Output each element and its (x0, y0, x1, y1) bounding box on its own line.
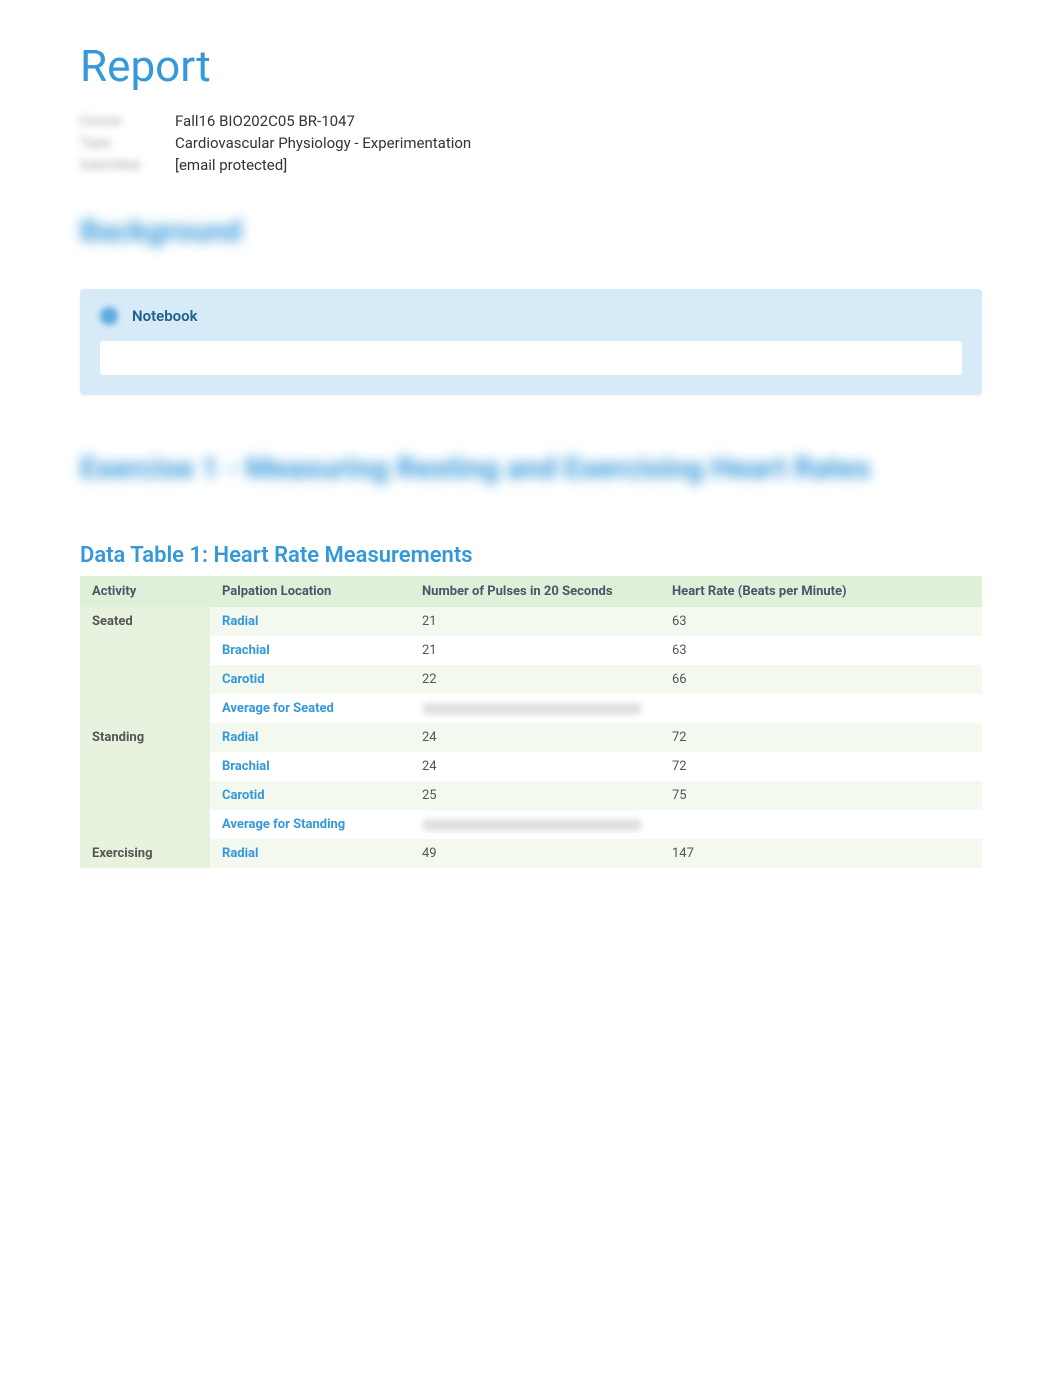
table-title: Data Table 1: Heart Rate Measurements (80, 543, 982, 568)
table-row: Average for Standing (80, 810, 982, 839)
table-row: SeatedRadial2163 (80, 607, 982, 636)
cell-palpation: Radial (210, 607, 410, 636)
cell-pulses (410, 810, 660, 839)
background-heading: Background (80, 214, 982, 249)
cell-activity (80, 810, 210, 839)
cell-activity (80, 752, 210, 781)
page-title: Report (80, 40, 982, 92)
cell-pulses: 24 (410, 752, 660, 781)
cell-pulses: 21 (410, 607, 660, 636)
cell-palpation: Average for Standing (210, 810, 410, 839)
table-row: Carotid2575 (80, 781, 982, 810)
cell-rate: 63 (660, 607, 982, 636)
meta-row-course: Course Fall16 BIO202C05 BR-1047 (80, 112, 982, 130)
meta-block: Course Fall16 BIO202C05 BR-1047 Topic Ca… (80, 112, 982, 174)
cell-palpation: Average for Seated (210, 694, 410, 723)
table-row: Brachial2472 (80, 752, 982, 781)
exercise-heading: Exercise 1 - Measuring Resting and Exerc… (80, 445, 982, 493)
meta-label: Topic (80, 136, 175, 151)
meta-value-topic: Cardiovascular Physiology - Experimentat… (175, 134, 471, 152)
cell-rate: 72 (660, 752, 982, 781)
cell-rate: 66 (660, 665, 982, 694)
meta-row-email: Submitted [email protected] (80, 156, 982, 174)
cell-activity: Exercising (80, 839, 210, 868)
cell-pulses: 22 (410, 665, 660, 694)
th-activity: Activity (80, 576, 210, 607)
th-palpation: Palpation Location (210, 576, 410, 607)
cell-rate: 147 (660, 839, 982, 868)
cell-pulses (410, 694, 660, 723)
meta-value-course: Fall16 BIO202C05 BR-1047 (175, 112, 355, 130)
cell-pulses: 49 (410, 839, 660, 868)
cell-palpation: Carotid (210, 665, 410, 694)
cell-activity (80, 694, 210, 723)
cell-rate: 75 (660, 781, 982, 810)
table-row: Carotid2266 (80, 665, 982, 694)
cell-rate (660, 810, 982, 839)
th-rate: Heart Rate (Beats per Minute) (660, 576, 982, 607)
cell-activity: Standing (80, 723, 210, 752)
cell-palpation: Radial (210, 723, 410, 752)
meta-row-topic: Topic Cardiovascular Physiology - Experi… (80, 134, 982, 152)
chevron-icon (100, 307, 118, 325)
cell-pulses: 25 (410, 781, 660, 810)
cell-palpation: Brachial (210, 636, 410, 665)
notebook-input[interactable] (100, 341, 962, 375)
table-row: StandingRadial2472 (80, 723, 982, 752)
table-row: ExercisingRadial49147 (80, 839, 982, 868)
cell-activity: Seated (80, 607, 210, 636)
cell-palpation: Brachial (210, 752, 410, 781)
meta-label: Submitted (80, 158, 175, 173)
cell-pulses: 21 (410, 636, 660, 665)
cell-pulses: 24 (410, 723, 660, 752)
heart-rate-table: Activity Palpation Location Number of Pu… (80, 576, 982, 868)
meta-value-email: [email protected] (175, 156, 287, 174)
cell-rate (660, 694, 982, 723)
notebook-label: Notebook (132, 307, 198, 325)
notebook-header[interactable]: Notebook (100, 307, 962, 325)
cell-rate: 63 (660, 636, 982, 665)
th-pulses: Number of Pulses in 20 Seconds (410, 576, 660, 607)
cell-activity (80, 665, 210, 694)
meta-label: Course (80, 114, 175, 129)
cell-palpation: Carotid (210, 781, 410, 810)
table-row: Brachial2163 (80, 636, 982, 665)
table-row: Average for Seated (80, 694, 982, 723)
cell-palpation: Radial (210, 839, 410, 868)
cell-activity (80, 781, 210, 810)
table-header-row: Activity Palpation Location Number of Pu… (80, 576, 982, 607)
cell-activity (80, 636, 210, 665)
notebook-panel: Notebook (80, 289, 982, 395)
cell-rate: 72 (660, 723, 982, 752)
